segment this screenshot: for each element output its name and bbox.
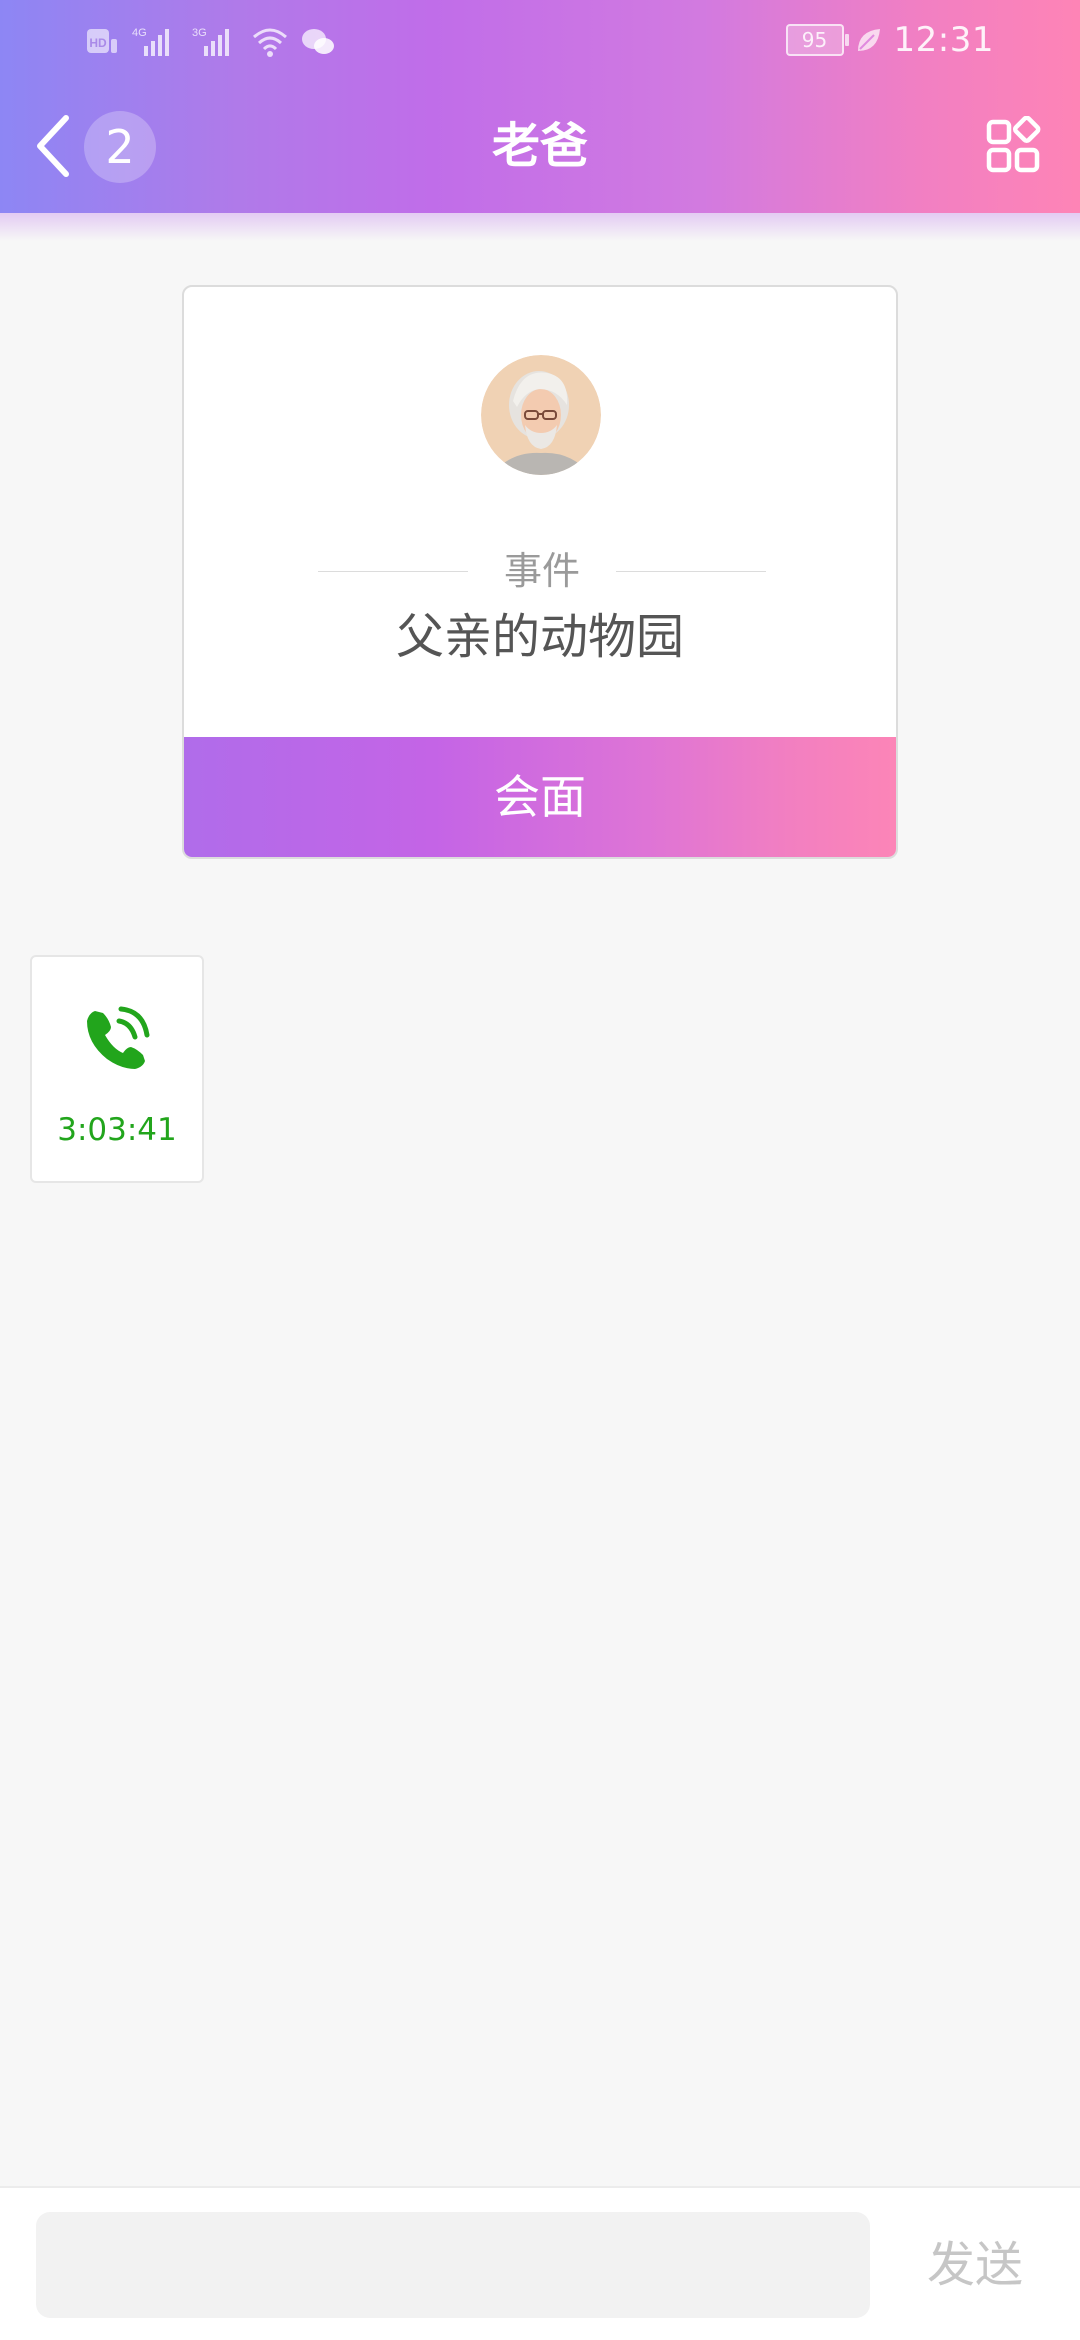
- event-label-row: 事件: [318, 545, 766, 597]
- meet-button[interactable]: 会面: [184, 737, 896, 857]
- divider-line-left: [318, 571, 468, 572]
- hd-icon: HD: [87, 29, 117, 53]
- phone-call-icon: [87, 1006, 150, 1069]
- page-title: 老爸: [491, 118, 588, 174]
- event-card: 事件 父亲的动物园 会面: [182, 285, 898, 859]
- event-name: 父亲的动物园: [395, 609, 684, 665]
- svg-text:3G: 3G: [192, 27, 207, 39]
- apps-grid-icon[interactable]: [986, 116, 1042, 176]
- call-message-bubble[interactable]: 3:03:41: [30, 955, 204, 1183]
- status-time: 12:31: [893, 20, 994, 60]
- input-bar: 发送: [0, 2186, 1080, 2340]
- signal-4g-icon: 4G: [132, 27, 169, 56]
- divider-line-right: [616, 571, 766, 572]
- header-shadow: [0, 213, 1080, 241]
- message-input[interactable]: [36, 2212, 870, 2318]
- leaf-icon: [857, 29, 880, 51]
- svg-text:4G: 4G: [132, 27, 147, 39]
- wifi-icon: [253, 28, 287, 57]
- event-label: 事件: [503, 549, 580, 593]
- svg-text:HD: HD: [89, 36, 107, 50]
- status-bar-left: HD 4G 3G: [86, 22, 336, 62]
- wechat-icon: [302, 29, 334, 54]
- status-bar-right: 95 12:31: [785, 18, 994, 62]
- send-button[interactable]: 发送: [910, 2212, 1040, 2318]
- signal-3g-icon: 3G: [192, 27, 229, 56]
- unread-count-badge[interactable]: 2: [84, 111, 156, 183]
- back-icon[interactable]: [30, 110, 76, 182]
- battery-indicator: 95: [785, 24, 849, 56]
- call-duration: 3:03:41: [57, 1112, 177, 1148]
- contact-avatar: [481, 355, 601, 475]
